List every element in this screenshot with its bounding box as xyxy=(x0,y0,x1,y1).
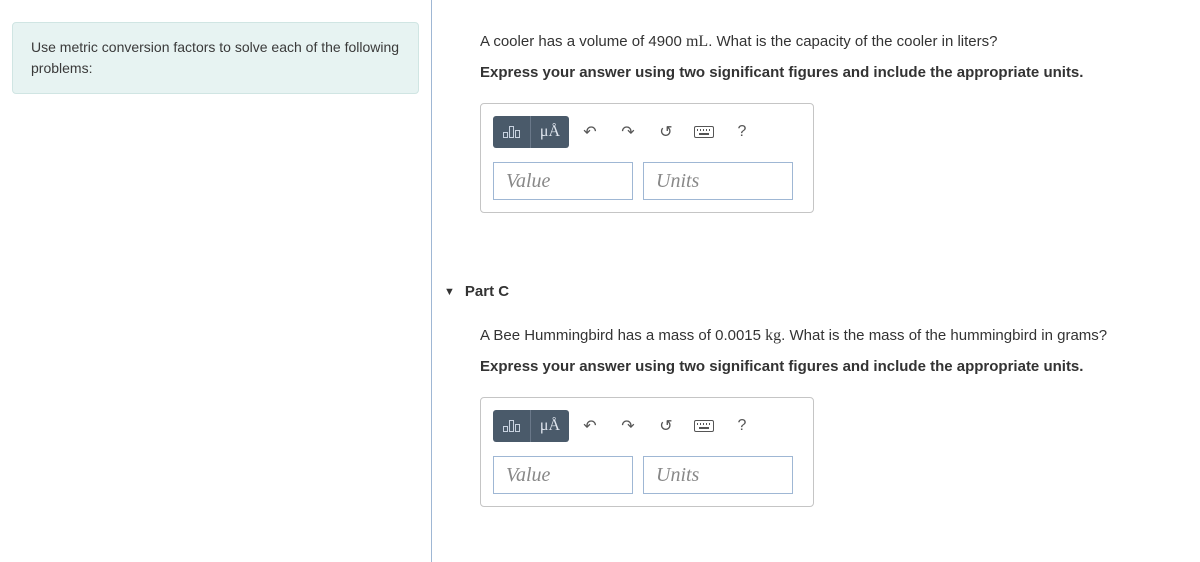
undo-button[interactable]: ↶ xyxy=(573,116,607,148)
left-column: Use metric conversion factors to solve e… xyxy=(0,0,432,562)
redo-button[interactable]: ↷ xyxy=(611,116,645,148)
reset-button[interactable]: ↺ xyxy=(649,410,683,442)
q-prefix: A Bee Hummingbird has a mass of 0.0015 xyxy=(480,327,765,344)
units-input[interactable]: Units xyxy=(643,162,793,200)
part-c-block: A Bee Hummingbird has a mass of 0.0015 k… xyxy=(480,324,1180,507)
answer-instruction: Express your answer using two significan… xyxy=(480,358,1180,375)
part-c-header: ▼ Part C xyxy=(444,283,1180,300)
toolbar: μÅ ↶ ↷ ↺ ? xyxy=(493,410,801,442)
q-prefix: A cooler has a volume of 4900 xyxy=(480,33,686,50)
q-unit: mL xyxy=(686,33,708,50)
templates-icon xyxy=(503,420,520,432)
value-placeholder: Value xyxy=(506,464,550,487)
undo-button[interactable]: ↶ xyxy=(573,410,607,442)
q-unit: kg xyxy=(765,327,781,344)
undo-icon: ↶ xyxy=(583,122,596,142)
tool-group: μÅ xyxy=(493,410,569,442)
undo-icon: ↶ xyxy=(583,416,596,436)
units-placeholder: Units xyxy=(656,464,699,487)
symbols-button[interactable]: μÅ xyxy=(531,116,569,148)
instruction-box: Use metric conversion factors to solve e… xyxy=(12,22,419,94)
keyboard-icon xyxy=(694,126,714,138)
q-suffix: . What is the mass of the hummingbird in… xyxy=(781,327,1107,344)
reset-icon: ↺ xyxy=(659,122,672,142)
help-button[interactable]: ? xyxy=(725,410,759,442)
part-title: Part C xyxy=(465,283,509,300)
value-input[interactable]: Value xyxy=(493,456,633,494)
mu-a-icon: μÅ xyxy=(540,123,560,141)
redo-icon: ↷ xyxy=(621,416,634,436)
units-input[interactable]: Units xyxy=(643,456,793,494)
reset-icon: ↺ xyxy=(659,416,672,436)
answer-box: μÅ ↶ ↷ ↺ ? xyxy=(480,103,814,213)
mu-a-icon: μÅ xyxy=(540,417,560,435)
answer-instruction: Express your answer using two significan… xyxy=(480,64,1180,81)
toolbar: μÅ ↶ ↷ ↺ ? xyxy=(493,116,801,148)
keyboard-icon xyxy=(694,420,714,432)
right-column: A cooler has a volume of 4900 mL. What i… xyxy=(432,0,1200,562)
redo-button[interactable]: ↷ xyxy=(611,410,645,442)
reset-button[interactable]: ↺ xyxy=(649,116,683,148)
redo-icon: ↷ xyxy=(621,122,634,142)
q-suffix: . What is the capacity of the cooler in … xyxy=(708,33,997,50)
keyboard-button[interactable] xyxy=(687,410,721,442)
value-placeholder: Value xyxy=(506,170,550,193)
part-b-block: A cooler has a volume of 4900 mL. What i… xyxy=(480,30,1180,213)
symbols-button[interactable]: μÅ xyxy=(531,410,569,442)
templates-button[interactable] xyxy=(493,410,531,442)
help-button[interactable]: ? xyxy=(725,116,759,148)
help-icon: ? xyxy=(738,123,747,141)
units-placeholder: Units xyxy=(656,170,699,193)
answer-box: μÅ ↶ ↷ ↺ ? xyxy=(480,397,814,507)
templates-button[interactable] xyxy=(493,116,531,148)
tool-group: μÅ xyxy=(493,116,569,148)
input-row: Value Units xyxy=(493,162,801,200)
keyboard-button[interactable] xyxy=(687,116,721,148)
value-input[interactable]: Value xyxy=(493,162,633,200)
help-icon: ? xyxy=(738,417,747,435)
question-text: A Bee Hummingbird has a mass of 0.0015 k… xyxy=(480,324,1180,348)
instruction-text: Use metric conversion factors to solve e… xyxy=(31,39,399,76)
input-row: Value Units xyxy=(493,456,801,494)
templates-icon xyxy=(503,126,520,138)
collapse-toggle[interactable]: ▼ xyxy=(444,286,455,298)
question-text: A cooler has a volume of 4900 mL. What i… xyxy=(480,30,1180,54)
